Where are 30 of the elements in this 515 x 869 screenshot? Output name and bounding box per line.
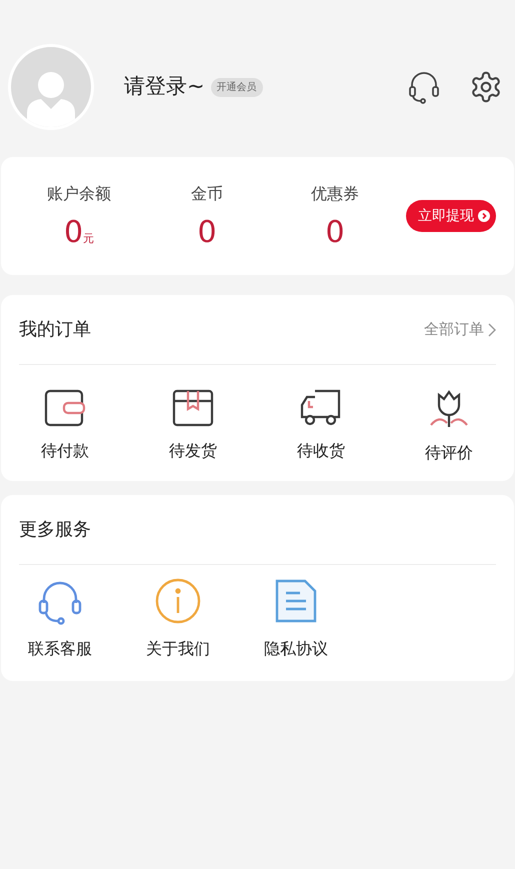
unit-label: 元	[83, 230, 94, 246]
login-prompt[interactable]: 请登录~	[124, 71, 205, 103]
chevron-icon	[488, 322, 496, 336]
document-icon	[273, 577, 319, 625]
service-item[interactable]: 隐私协议	[237, 577, 355, 661]
box-icon	[172, 389, 214, 427]
membership-tag[interactable]: 开通会员	[210, 78, 263, 96]
order-status-item[interactable]: 待收货	[257, 389, 385, 465]
stat-label: 优惠券	[311, 183, 359, 205]
stat-value[interactable]: 0	[197, 216, 217, 250]
service-item[interactable]: 联系客服	[1, 577, 119, 661]
section-title: 我的订单	[19, 318, 91, 342]
chevron-icon	[478, 210, 490, 222]
stat-value[interactable]: 0	[64, 216, 84, 250]
order-status-item[interactable]: 待发货	[129, 389, 257, 465]
flower-icon	[427, 389, 471, 429]
service-item[interactable]: 关于我们	[119, 577, 237, 661]
wallet-icon	[44, 389, 86, 427]
withdraw-button[interactable]: 立即提现	[406, 200, 496, 232]
section-title: 更多服务	[19, 518, 91, 542]
all-orders-link[interactable]: 全部订单	[424, 318, 496, 341]
headset-icon[interactable]	[407, 70, 441, 104]
truck-icon	[299, 389, 343, 427]
order-status-item[interactable]: 待付款	[1, 389, 129, 465]
stat-label: 账户余额	[47, 183, 111, 205]
stat-label: 金币	[191, 183, 223, 205]
settings-icon[interactable]	[469, 70, 503, 104]
info-icon	[154, 577, 202, 625]
stat-value[interactable]: 0	[325, 216, 345, 250]
order-status-item[interactable]: 待评价	[385, 389, 513, 465]
